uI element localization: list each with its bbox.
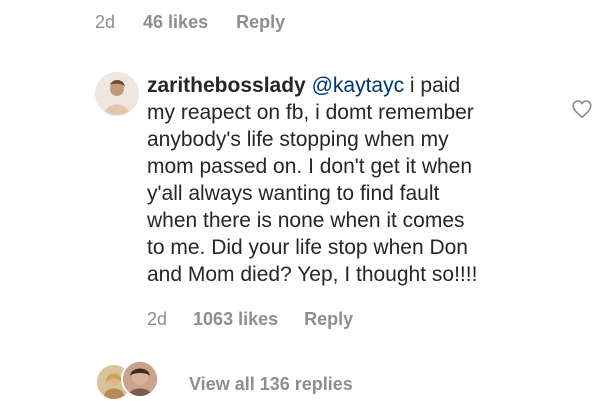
comment-text: zarithebosslady @kaytayc i paid my reape… xyxy=(147,72,547,288)
comment-body: i paid my reapect on fb, i domt remember… xyxy=(147,74,478,286)
comment-age: 2d xyxy=(147,308,168,329)
comment-likes[interactable]: 1063 likes xyxy=(193,309,278,330)
heart-outline-icon[interactable] xyxy=(571,98,593,120)
comment-mention[interactable]: @kaytayc xyxy=(312,74,405,97)
view-replies-button[interactable]: View all 136 replies xyxy=(189,374,353,395)
previous-comment-reply-button[interactable]: Reply xyxy=(236,12,285,33)
comment-reply-button[interactable]: Reply xyxy=(304,309,353,330)
comment-meta: 2d 1063 likes Reply xyxy=(147,305,353,333)
previous-comment-meta: 2d 46 likes Reply xyxy=(95,8,285,36)
comment-username[interactable]: zarithebosslady xyxy=(147,74,306,97)
avatar[interactable] xyxy=(95,72,139,116)
view-replies-row: View all 136 replies xyxy=(95,360,600,401)
avatar-image xyxy=(96,73,138,115)
previous-comment-age: 2d xyxy=(95,11,116,32)
reply-avatars xyxy=(95,360,165,401)
previous-comment-likes[interactable]: 46 likes xyxy=(143,12,208,33)
avatar xyxy=(121,360,159,398)
